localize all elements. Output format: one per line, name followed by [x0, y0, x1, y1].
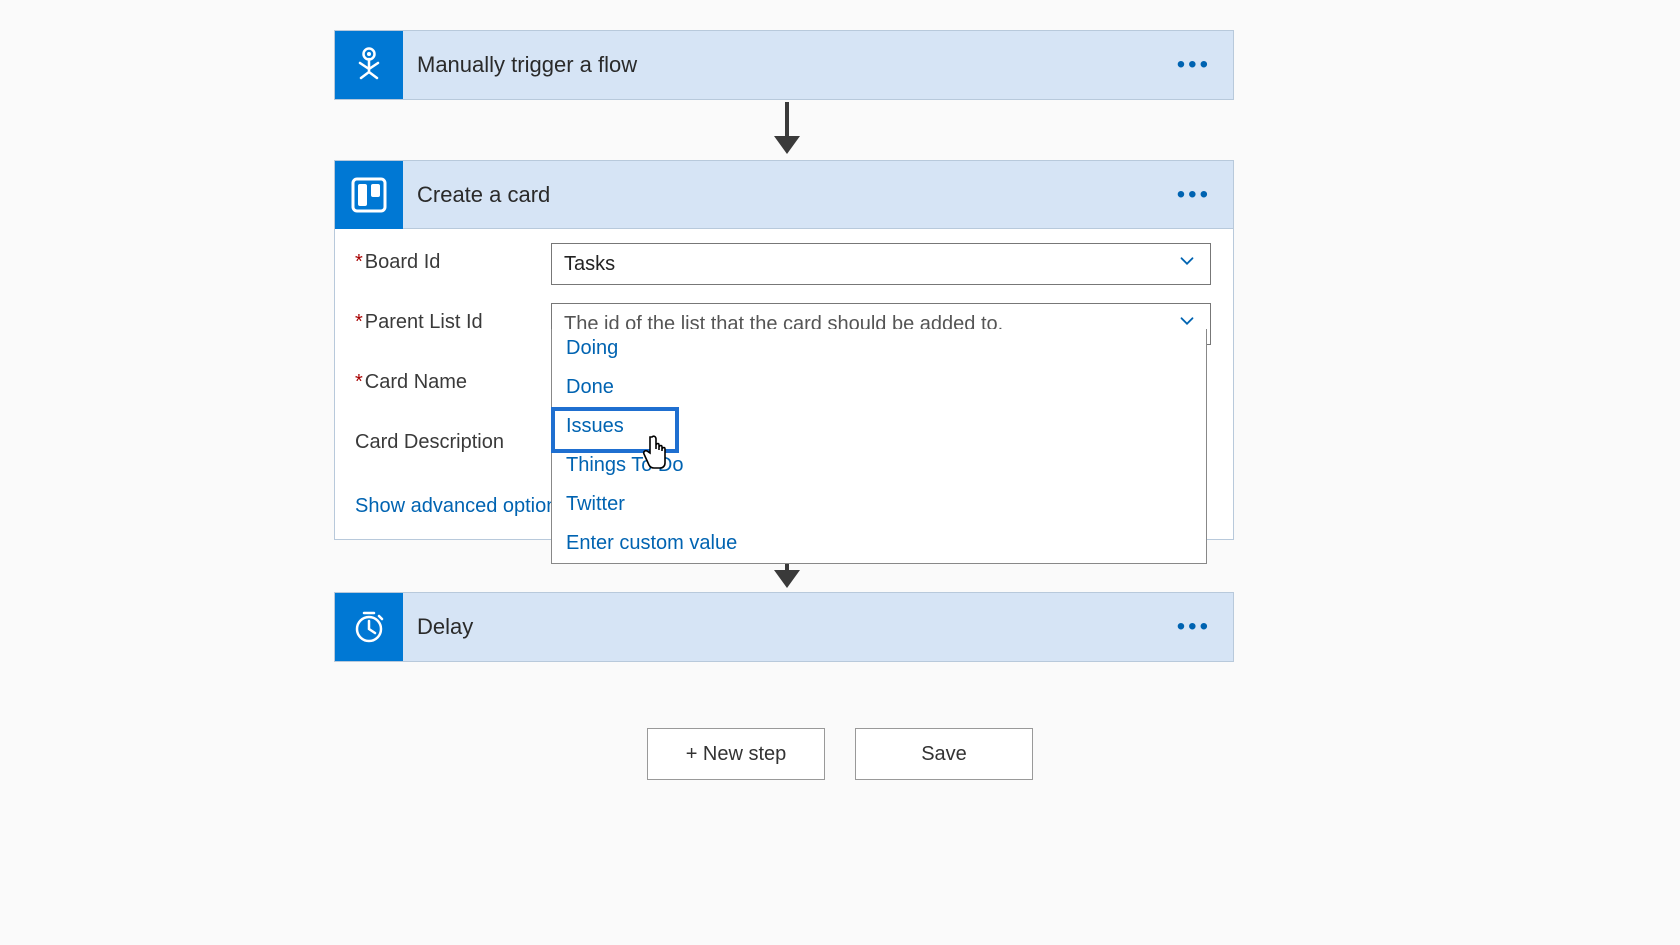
- action-bar: + New step Save: [0, 728, 1680, 780]
- dropdown-option-twitter[interactable]: Twitter: [552, 485, 1206, 524]
- new-step-button[interactable]: + New step: [647, 728, 825, 780]
- create-card-body: *Board Id Tasks *Parent List Id The id o…: [335, 229, 1233, 539]
- trigger-title: Manually trigger a flow: [403, 52, 1177, 78]
- parent-list-label: *Parent List Id: [355, 303, 551, 334]
- board-id-label: *Board Id: [355, 243, 551, 274]
- dropdown-option-issues[interactable]: Issues: [552, 407, 1206, 446]
- delay-more-icon[interactable]: •••: [1177, 613, 1233, 641]
- create-card-title: Create a card: [403, 182, 1177, 208]
- board-id-value: Tasks: [564, 253, 615, 276]
- dropdown-option-things-to-do[interactable]: Things To Do: [552, 446, 1206, 485]
- delay-action-card[interactable]: Delay •••: [334, 592, 1234, 662]
- connector-arrow: [774, 102, 800, 154]
- dropdown-option-doing[interactable]: Doing: [552, 329, 1206, 368]
- dropdown-option-custom[interactable]: Enter custom value: [552, 524, 1206, 563]
- chevron-down-icon: [1176, 250, 1198, 278]
- create-card-header[interactable]: Create a card •••: [335, 161, 1233, 229]
- dropdown-option-done[interactable]: Done: [552, 368, 1206, 407]
- delay-title: Delay: [403, 614, 1177, 640]
- trello-icon: [335, 161, 403, 229]
- trigger-more-icon[interactable]: •••: [1177, 51, 1233, 79]
- card-name-label: *Card Name: [355, 363, 551, 394]
- save-button[interactable]: Save: [855, 728, 1033, 780]
- board-id-select[interactable]: Tasks: [551, 243, 1211, 285]
- trigger-card[interactable]: Manually trigger a flow •••: [334, 30, 1234, 100]
- create-card-more-icon[interactable]: •••: [1177, 181, 1233, 209]
- create-card-action: Create a card ••• *Board Id Tasks *Paren…: [334, 160, 1234, 540]
- parent-list-dropdown: Doing Done Issues Things To Do Twitter E…: [551, 329, 1207, 564]
- delay-icon: [335, 593, 403, 661]
- card-description-label: Card Description: [355, 423, 551, 454]
- trigger-icon: [335, 31, 403, 99]
- flow-designer-canvas: Manually trigger a flow ••• Create a car…: [0, 0, 1680, 945]
